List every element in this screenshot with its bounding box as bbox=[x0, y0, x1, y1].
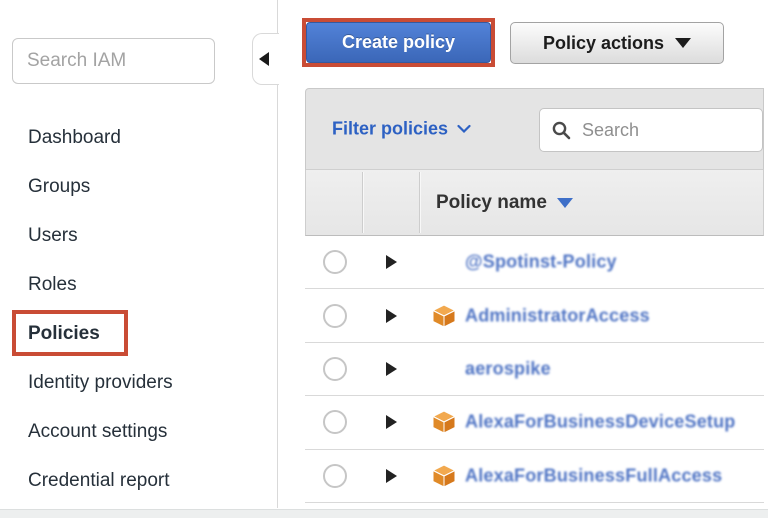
column-divider bbox=[419, 172, 420, 233]
sidebar-item-account-settings[interactable]: Account settings bbox=[28, 407, 173, 456]
policy-name-link[interactable]: AlexaForBusinessFullAccess bbox=[465, 465, 722, 486]
row-expander[interactable] bbox=[386, 362, 397, 376]
policy-name-link[interactable]: aerospike bbox=[465, 358, 551, 379]
table-row: aerospike bbox=[305, 343, 764, 396]
row-radio-button[interactable] bbox=[323, 410, 347, 434]
search-icon bbox=[552, 121, 571, 140]
row-radio-button[interactable] bbox=[323, 250, 347, 274]
aws-managed-cube-icon bbox=[432, 304, 456, 328]
policy-actions-button[interactable]: Policy actions bbox=[510, 22, 724, 64]
collapse-arrow-icon bbox=[259, 52, 269, 66]
sort-descending-icon bbox=[557, 198, 573, 208]
policy-actions-label: Policy actions bbox=[543, 33, 664, 54]
row-expander[interactable] bbox=[386, 309, 397, 323]
row-expander[interactable] bbox=[386, 415, 397, 429]
sidebar-item-groups[interactable]: Groups bbox=[28, 162, 173, 211]
sidebar-item-dashboard[interactable]: Dashboard bbox=[28, 113, 173, 162]
chevron-down-icon bbox=[675, 38, 691, 48]
policies-panel: Filter policies Policy name bbox=[305, 88, 764, 504]
sidebar-item-roles[interactable]: Roles bbox=[28, 260, 173, 309]
policy-rows: @Spotinst-Policy AdministratorAccess aer bbox=[305, 236, 764, 503]
table-header: Policy name bbox=[305, 170, 764, 236]
table-row: AdministratorAccess bbox=[305, 289, 764, 342]
aws-managed-cube-icon bbox=[432, 464, 456, 488]
expand-arrow-icon bbox=[386, 255, 397, 269]
sidebar-item-users[interactable]: Users bbox=[28, 211, 173, 260]
table-row: AlexaForBusinessFullAccess bbox=[305, 450, 764, 503]
bottom-edge-strip bbox=[0, 509, 768, 518]
column-header-policy-name[interactable]: Policy name bbox=[436, 170, 573, 235]
row-expander[interactable] bbox=[386, 469, 397, 483]
create-policy-button[interactable]: Create policy bbox=[306, 22, 491, 63]
expand-arrow-icon bbox=[386, 415, 397, 429]
table-row: AlexaForBusinessDeviceSetup bbox=[305, 396, 764, 449]
aws-managed-cube-icon bbox=[432, 410, 456, 434]
expand-arrow-icon bbox=[386, 362, 397, 376]
policy-name-header-label: Policy name bbox=[436, 192, 547, 214]
row-radio-button[interactable] bbox=[323, 304, 347, 328]
row-expander[interactable] bbox=[386, 255, 397, 269]
sidebar-item-policies[interactable]: Policies bbox=[28, 309, 173, 358]
policy-name-link[interactable]: AdministratorAccess bbox=[465, 305, 650, 326]
expand-arrow-icon bbox=[386, 309, 397, 323]
filter-policies-dropdown[interactable]: Filter policies bbox=[332, 119, 471, 140]
sidebar-item-identity-providers[interactable]: Identity providers bbox=[28, 358, 173, 407]
row-radio-button[interactable] bbox=[323, 464, 347, 488]
search-iam-input[interactable] bbox=[12, 38, 215, 84]
row-radio-button[interactable] bbox=[323, 357, 347, 381]
policy-name-link[interactable]: @Spotinst-Policy bbox=[465, 252, 617, 273]
sidebar-nav: DashboardGroupsUsersRolesPoliciesIdentit… bbox=[28, 113, 173, 505]
table-row: @Spotinst-Policy bbox=[305, 236, 764, 289]
annotation-box-create-policy: Create policy bbox=[302, 18, 495, 67]
iam-console-screen: DashboardGroupsUsersRolesPoliciesIdentit… bbox=[0, 0, 768, 518]
policy-search-box[interactable] bbox=[539, 108, 763, 152]
column-divider bbox=[362, 172, 363, 233]
expand-arrow-icon bbox=[386, 469, 397, 483]
filter-policies-label: Filter policies bbox=[332, 119, 448, 140]
sidebar-item-credential-report[interactable]: Credential report bbox=[28, 456, 173, 505]
policy-search-input[interactable] bbox=[580, 119, 750, 142]
policy-name-link[interactable]: AlexaForBusinessDeviceSetup bbox=[465, 412, 736, 433]
filter-bar: Filter policies bbox=[305, 88, 764, 170]
chevron-down-icon bbox=[457, 125, 471, 134]
sidebar-collapse-toggle[interactable] bbox=[252, 33, 279, 85]
